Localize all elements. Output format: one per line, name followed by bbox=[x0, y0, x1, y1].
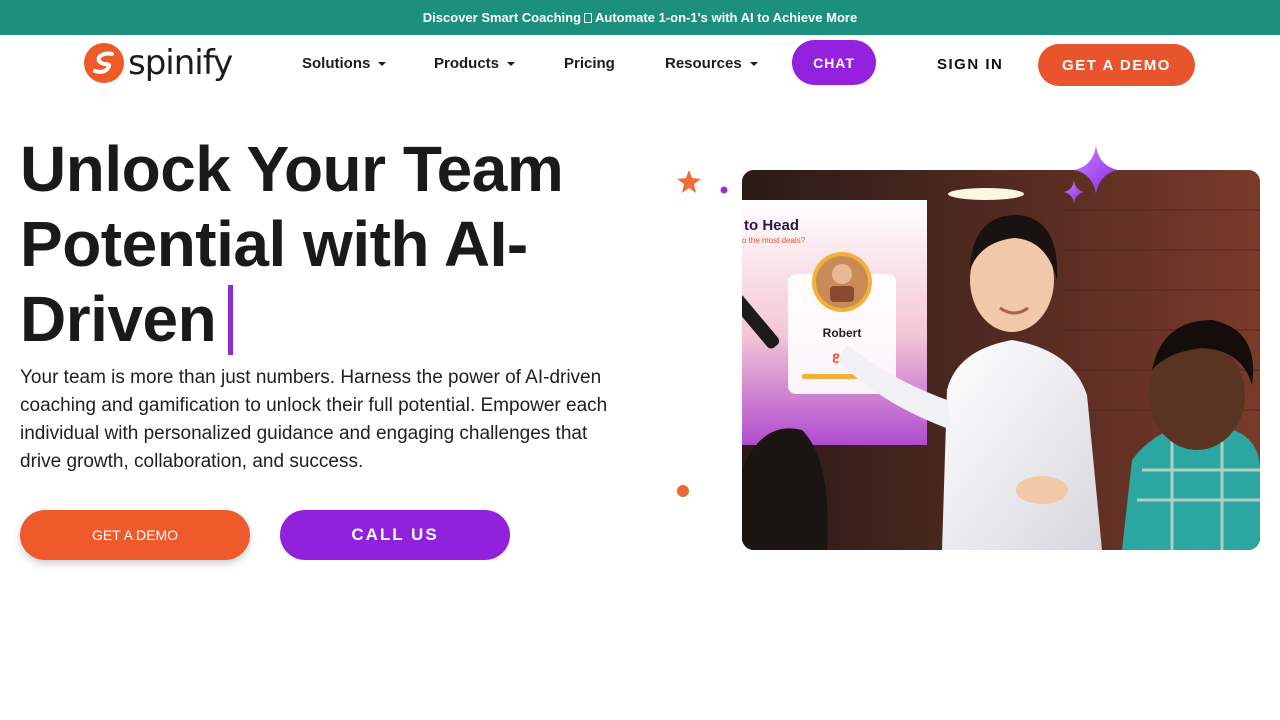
nav-pricing-label: Pricing bbox=[564, 55, 615, 72]
chat-button[interactable]: CHAT bbox=[792, 40, 876, 85]
nav-products[interactable]: Products bbox=[434, 55, 516, 72]
chevron-down-icon bbox=[378, 61, 387, 66]
nav-resources[interactable]: Resources bbox=[665, 55, 758, 72]
chevron-down-icon bbox=[749, 61, 758, 66]
hero-title: Unlock Your Team Potential with AI- Driv… bbox=[20, 132, 640, 357]
announcement-right-text: Automate 1-on-1's with AI to Achieve Mor… bbox=[595, 10, 858, 25]
nav-solutions[interactable]: Solutions bbox=[302, 55, 387, 72]
get-demo-nav-button[interactable]: GET A DEMO bbox=[1038, 44, 1195, 86]
call-us-button[interactable]: CALL US bbox=[280, 510, 510, 560]
hero-description: Your team is more than just numbers. Har… bbox=[20, 367, 608, 472]
screen-subheading: o the most deals? bbox=[742, 236, 806, 245]
sparkle-icon bbox=[1064, 146, 1118, 204]
screen-heading: to Head bbox=[744, 217, 799, 234]
get-demo-button[interactable]: GET A DEMO bbox=[20, 510, 250, 560]
separator-glyph-icon bbox=[584, 12, 593, 23]
nav-resources-label: Resources bbox=[665, 55, 742, 72]
sign-in-link[interactable]: SIGN IN bbox=[937, 56, 1003, 73]
logo[interactable]: spinify bbox=[84, 43, 233, 83]
nav-products-label: Products bbox=[434, 55, 500, 72]
hero-title-line-3: Driven bbox=[20, 283, 217, 355]
main-navigation: spinify Solutions Products Pricing Resou… bbox=[0, 35, 1280, 97]
spinify-logo-icon bbox=[84, 43, 124, 83]
dot-icon bbox=[677, 485, 689, 497]
hero-photo: to Head o the most deals? Robert 89 bbox=[742, 170, 1260, 550]
announcement-bar[interactable]: Discover Smart Coaching Automate 1-on-1'… bbox=[0, 0, 1280, 35]
card-name: Robert bbox=[823, 326, 862, 340]
logo-wordmark: spinify bbox=[128, 43, 233, 83]
hero-title-line-1: Unlock Your Team bbox=[20, 133, 564, 205]
dot-icon bbox=[720, 186, 728, 194]
hero-title-line-2: Potential with AI- bbox=[20, 208, 528, 280]
chevron-down-icon bbox=[507, 61, 516, 66]
nav-solutions-label: Solutions bbox=[302, 55, 371, 72]
typing-cursor bbox=[228, 285, 234, 355]
star-icon bbox=[677, 170, 701, 193]
nav-pricing[interactable]: Pricing bbox=[564, 55, 615, 72]
announcement-left-text: Discover Smart Coaching bbox=[422, 10, 582, 25]
team-meeting-illustration: to Head o the most deals? Robert 89 bbox=[742, 170, 1260, 550]
